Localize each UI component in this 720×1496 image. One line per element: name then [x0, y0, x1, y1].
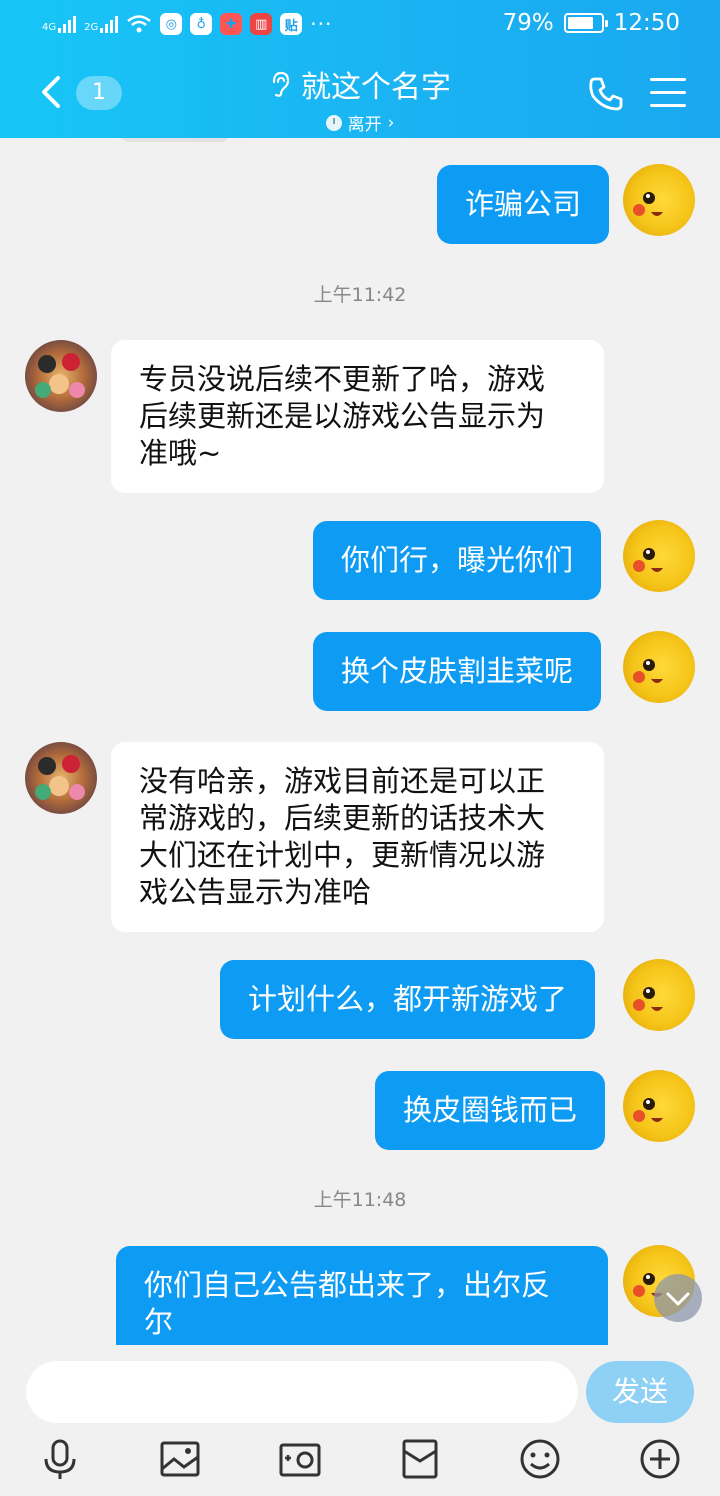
signal-2: 2G — [84, 15, 119, 33]
battery-percent: 79% — [502, 10, 554, 36]
contact-avatar[interactable] — [25, 340, 97, 412]
pikachu-avatar-icon — [633, 659, 663, 683]
chat-header: 4G 2G ◎ ♁ ✚ ▥ 贴 ··· 79% 12:50 1 就这个名字 离开… — [0, 0, 720, 138]
my-avatar[interactable] — [623, 1070, 695, 1142]
red-packet-icon[interactable] — [398, 1437, 442, 1481]
battery-icon — [563, 13, 608, 33]
image-icon[interactable] — [158, 1437, 202, 1481]
timestamp: 上午11:42 — [313, 284, 407, 306]
microphone-icon[interactable] — [38, 1437, 82, 1481]
signal-1: 4G — [42, 15, 77, 33]
outgoing-message[interactable]: 计划什么，都开新游戏了 — [220, 960, 596, 1039]
more-notifications-icon: ··· — [310, 12, 333, 36]
my-avatar[interactable] — [623, 164, 695, 236]
phone-icon[interactable] — [586, 74, 626, 114]
contact-name: 就这个名字 — [301, 70, 451, 105]
plus-icon[interactable] — [638, 1437, 682, 1481]
message-list[interactable]: 诈骗公司 上午11:42 专员没说后续不更新了哈，游戏 后续更新还是以游戏公告显… — [0, 138, 720, 1345]
wifi-icon — [127, 15, 152, 33]
menu-icon[interactable] — [650, 78, 686, 108]
my-avatar[interactable] — [623, 959, 695, 1031]
pikachu-avatar-icon — [633, 987, 663, 1011]
presence-status[interactable]: 离开 › — [325, 110, 395, 135]
app-notify-icon-5: 贴 — [280, 13, 303, 35]
app-notify-icon-1: ◎ — [160, 13, 183, 35]
composer-bar: 发送 — [0, 1345, 720, 1496]
camera-icon[interactable] — [278, 1437, 322, 1481]
timestamp: 上午11:48 — [313, 1189, 407, 1211]
emoji-icon[interactable] — [518, 1437, 562, 1481]
chevron-right-icon: › — [387, 112, 395, 133]
pikachu-avatar-icon — [633, 192, 663, 216]
contact-title[interactable]: 就这个名字 — [269, 62, 451, 106]
my-avatar[interactable] — [623, 520, 695, 592]
message-input[interactable] — [26, 1361, 578, 1423]
incoming-message[interactable]: 专员没说后续不更新了哈，游戏 后续更新还是以游戏公告显示为 准哦~ — [111, 340, 604, 493]
outgoing-message[interactable]: 换个皮肤割韭菜呢 — [313, 632, 602, 711]
app-notify-icon-4: ▥ — [250, 13, 273, 35]
outgoing-message[interactable]: 你们行，曝光你们 — [313, 521, 602, 600]
composer-toolbar — [0, 1437, 720, 1489]
scroll-to-bottom-button[interactable] — [654, 1274, 702, 1322]
outgoing-message[interactable]: 你们自己公告都出来了，出尔反 尔 — [116, 1246, 608, 1345]
my-avatar[interactable] — [623, 631, 695, 703]
status-bar: 4G 2G ◎ ♁ ✚ ▥ 贴 ··· 79% 12:50 — [0, 0, 720, 50]
pikachu-avatar-icon — [633, 1098, 663, 1122]
contact-avatar[interactable] — [25, 742, 97, 814]
outgoing-message[interactable]: 诈骗公司 — [437, 165, 610, 244]
ear-icon — [272, 71, 290, 97]
previous-message-edge — [120, 138, 230, 142]
clock-icon — [325, 114, 342, 131]
chevron-down-icon — [666, 1292, 690, 1306]
incoming-message[interactable]: 没有哈亲，游戏目前还是可以正 常游戏的，后续更新的话技术大 大们还在计划中，更新… — [111, 742, 604, 932]
app-notify-icon-3: ✚ — [220, 13, 243, 35]
anime-group-avatar-icon — [35, 755, 85, 800]
outgoing-message[interactable]: 换皮圈钱而已 — [375, 1071, 606, 1150]
app-notify-icon-2: ♁ — [190, 13, 213, 35]
clock: 12:50 — [613, 10, 680, 36]
pikachu-avatar-icon — [633, 548, 663, 572]
send-button[interactable]: 发送 — [586, 1361, 694, 1423]
presence-label: 离开 — [347, 115, 382, 135]
anime-group-avatar-icon — [35, 353, 85, 398]
